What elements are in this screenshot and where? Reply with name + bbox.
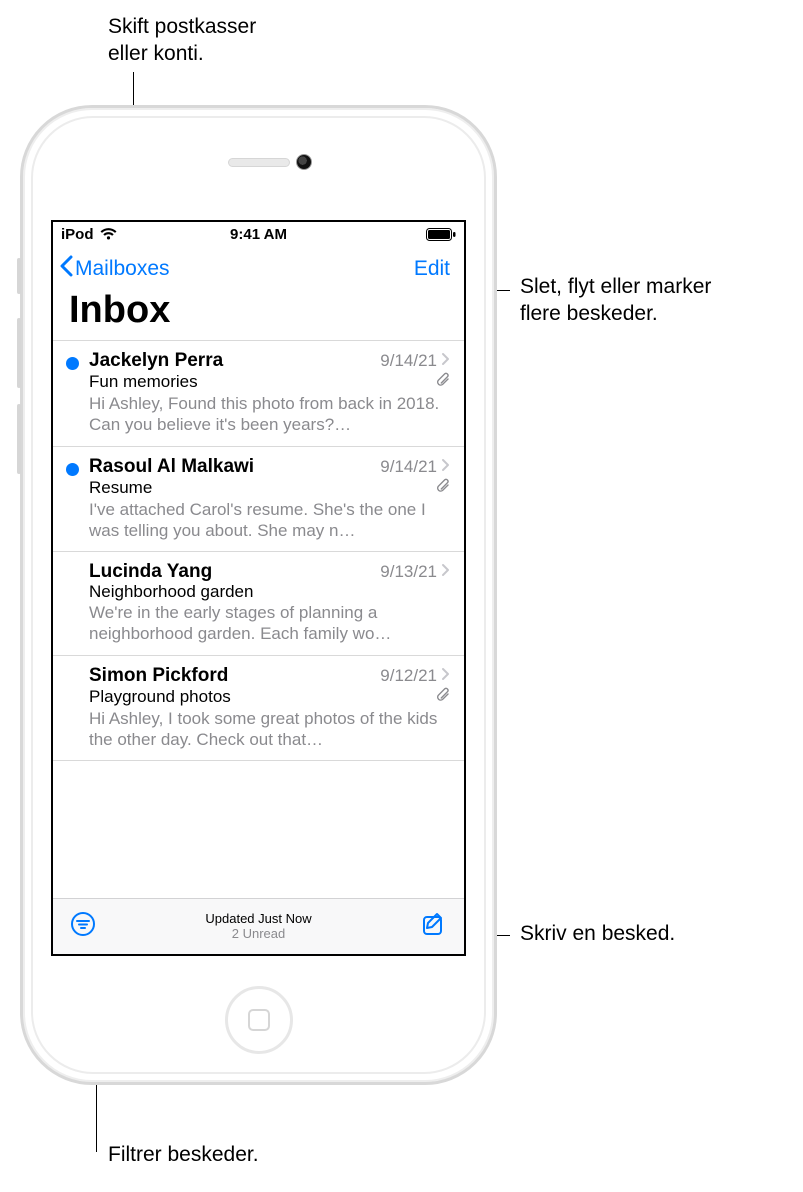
earpiece bbox=[228, 158, 290, 167]
chevron-right-icon bbox=[441, 457, 450, 477]
front-camera bbox=[296, 154, 312, 170]
back-label: Mailboxes bbox=[75, 257, 170, 281]
toolbar-status: Updated Just Now 2 Unread bbox=[205, 912, 311, 942]
message-row[interactable]: Jackelyn Perra 9/14/21 Fun memories Hi A… bbox=[53, 341, 464, 447]
callout-compose: Skriv en besked. bbox=[520, 921, 675, 948]
date: 9/14/21 bbox=[380, 351, 450, 371]
nav-bar: Mailboxes Edit bbox=[53, 243, 464, 287]
chevron-right-icon bbox=[441, 666, 450, 686]
sender: Lucinda Yang bbox=[89, 561, 212, 583]
compose-button[interactable] bbox=[420, 910, 448, 943]
preview: I've attached Carol's resume. She's the … bbox=[89, 499, 450, 542]
paperclip-icon bbox=[436, 687, 450, 708]
message-row[interactable]: Rasoul Al Malkawi 9/14/21 Resume I've at… bbox=[53, 447, 464, 553]
toolbar: Updated Just Now 2 Unread bbox=[53, 898, 464, 954]
subject: Fun memories bbox=[89, 372, 198, 392]
callout-filter: Filtrer beskeder. bbox=[108, 1142, 259, 1169]
preview: We're in the early stages of planning a … bbox=[89, 602, 450, 645]
subject: Playground photos bbox=[89, 687, 231, 707]
sender: Simon Pickford bbox=[89, 665, 228, 687]
unread-dot-icon bbox=[66, 463, 79, 476]
edit-button[interactable]: Edit bbox=[414, 257, 450, 281]
preview: Hi Ashley, I took some great photos of t… bbox=[89, 708, 450, 751]
filter-button[interactable] bbox=[69, 910, 97, 943]
date: 9/13/21 bbox=[380, 562, 450, 582]
chevron-right-icon bbox=[441, 562, 450, 582]
screen: iPod 9:41 AM Mailboxes Edit Inbo bbox=[51, 220, 466, 956]
date: 9/12/21 bbox=[380, 666, 450, 686]
ipod-device-frame: iPod 9:41 AM Mailboxes Edit Inbo bbox=[20, 105, 497, 1085]
unread-count: 2 Unread bbox=[205, 927, 311, 942]
sender: Jackelyn Perra bbox=[89, 350, 223, 372]
date: 9/14/21 bbox=[380, 457, 450, 477]
status-label: Updated Just Now bbox=[205, 912, 311, 927]
subject: Neighborhood garden bbox=[89, 582, 253, 602]
chevron-right-icon bbox=[441, 351, 450, 371]
paperclip-icon bbox=[436, 478, 450, 499]
sender: Rasoul Al Malkawi bbox=[89, 456, 254, 478]
message-row[interactable]: Simon Pickford 9/12/21 Playground photos… bbox=[53, 656, 464, 762]
preview: Hi Ashley, Found this photo from back in… bbox=[89, 393, 450, 436]
callout-edit: Slet, flyt eller marker flere beskeder. bbox=[520, 274, 711, 328]
back-mailboxes-button[interactable]: Mailboxes bbox=[59, 255, 170, 283]
message-row[interactable]: Lucinda Yang 9/13/21 Neighborhood garden… bbox=[53, 552, 464, 656]
message-list[interactable]: Jackelyn Perra 9/14/21 Fun memories Hi A… bbox=[53, 340, 464, 761]
home-button[interactable] bbox=[225, 986, 293, 1054]
callout-mailboxes: Skift postkasser eller konti. bbox=[108, 14, 256, 68]
unread-dot-icon bbox=[66, 357, 79, 370]
status-bar: iPod 9:41 AM bbox=[53, 222, 464, 243]
paperclip-icon bbox=[436, 372, 450, 393]
subject: Resume bbox=[89, 478, 152, 498]
chevron-left-icon bbox=[59, 255, 73, 283]
clock: 9:41 AM bbox=[53, 226, 464, 243]
page-title: Inbox bbox=[53, 287, 464, 340]
